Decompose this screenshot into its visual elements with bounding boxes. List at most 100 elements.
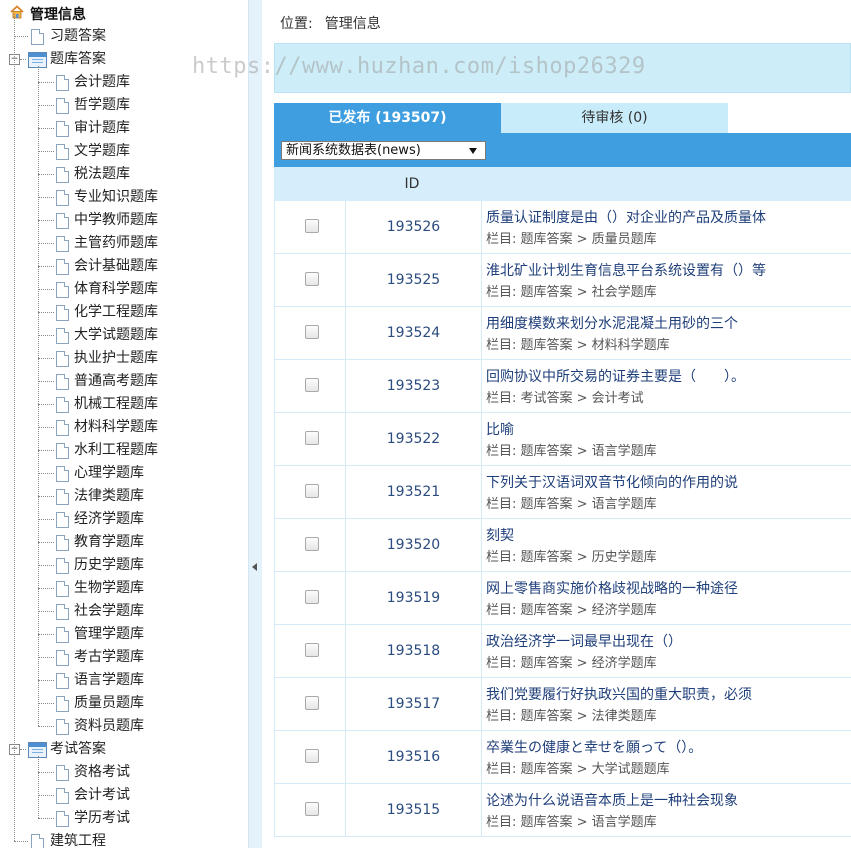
tree-connector: [38, 128, 54, 129]
tree-connector: [38, 450, 54, 451]
tree-connector: [38, 703, 54, 704]
tree-branch-line: [38, 66, 39, 726]
row-checkbox[interactable]: [305, 696, 319, 710]
tree-connector: [20, 749, 26, 750]
column-divider: [481, 201, 482, 254]
row-checkbox[interactable]: [305, 484, 319, 498]
tree-connector: [38, 772, 54, 773]
tree-label: 法律类题库: [74, 488, 144, 504]
row-checkbox[interactable]: [305, 749, 319, 763]
document-icon: [56, 420, 69, 436]
tab-published[interactable]: 已发布 (193507): [274, 103, 501, 133]
row-id: 193522: [386, 431, 441, 447]
tree-connector: [20, 59, 26, 60]
row-checkbox[interactable]: [305, 325, 319, 339]
tree-connector: [38, 588, 54, 589]
tree-item-0[interactable]: 习题答案: [0, 25, 248, 48]
main-content: 位置: 管理信息 已发布 (193507) 待审核 (0) 新闻系统数据表(new…: [274, 0, 851, 848]
tree-connector: [38, 381, 54, 382]
tree-label: 社会学题库: [74, 603, 144, 619]
tree-connector: [38, 220, 54, 221]
tree-connector: [38, 243, 54, 244]
tree-connector: [38, 312, 54, 313]
row-category: 栏目: 题库答案 > 质量员题库: [486, 232, 657, 247]
breadcrumb-label: 位置:: [280, 16, 313, 32]
row-id: 193526: [386, 219, 441, 235]
row-title-link[interactable]: 质量认证制度是由（）对企业的产品及质量体: [486, 207, 766, 227]
tree-label: 历史学题库: [74, 557, 144, 573]
column-divider: [481, 466, 482, 519]
tree-item-35[interactable]: 建筑工程: [0, 830, 248, 848]
watermark: https://www.huzhan.com/ishop26329: [192, 54, 646, 79]
row-checkbox[interactable]: [305, 272, 319, 286]
document-icon: [56, 719, 69, 735]
tree-label: 语言学题库: [74, 672, 144, 688]
row-checkbox[interactable]: [305, 431, 319, 445]
tree-label: 经济学题库: [74, 511, 144, 527]
document-icon: [56, 765, 69, 781]
tab-pending[interactable]: 待审核 (0): [501, 103, 728, 133]
tree-connector: [38, 565, 54, 566]
tree-connector: [38, 496, 54, 497]
breadcrumb-value[interactable]: 管理信息: [325, 16, 381, 32]
table-row: 193524 用细度模数来划分水泥混凝土用砂的三个 栏目: 题库答案 > 材料科学题…: [274, 307, 851, 360]
tree-label: 教育学题库: [74, 534, 144, 550]
tree-connector: [38, 197, 54, 198]
tree-connector: [38, 818, 54, 819]
column-divider: [481, 572, 482, 625]
row-title-link[interactable]: 政治经济学一词最早出现在（）: [486, 631, 682, 651]
document-icon: [56, 144, 69, 160]
row-title-link[interactable]: 比喻: [486, 419, 514, 439]
row-title-link[interactable]: 回购协议中所交易的证券主要是（ ）。: [486, 366, 745, 386]
tree-label: 管理学题库: [74, 626, 144, 642]
tree-connector: [38, 335, 54, 336]
document-icon: [56, 627, 69, 643]
row-checkbox[interactable]: [305, 537, 319, 551]
row-title-link[interactable]: 卒業生の健康と幸せを願って（）。: [486, 737, 702, 757]
table-select[interactable]: 新闻系统数据表(news): [281, 141, 486, 160]
document-icon: [56, 673, 69, 689]
tree-root-label[interactable]: 管理信息: [30, 4, 86, 24]
tree-label: 文学题库: [74, 143, 130, 159]
tree-label: 普通高考题库: [74, 373, 158, 389]
tree-label: 资料员题库: [74, 718, 144, 734]
row-category: 栏目: 题库答案 > 语言学题库: [486, 497, 657, 512]
table-row: 193516 卒業生の健康と幸せを願って（）。栏目: 题库答案 > 大学试题题库: [274, 731, 851, 784]
document-icon: [56, 466, 69, 482]
row-title-link[interactable]: 下列关于汉语词双音节化倾向的作用的说: [486, 472, 738, 492]
tree-connector: [38, 82, 54, 83]
tree-connector: [38, 427, 54, 428]
row-checkbox[interactable]: [305, 378, 319, 392]
row-id: 193518: [386, 643, 441, 659]
table-row: 193517 我们党要履行好执政兴国的重大职责，必须 栏目: 题库答案 > 法律类题…: [274, 678, 851, 731]
row-checkbox[interactable]: [305, 590, 319, 604]
row-title-link[interactable]: 网上零售商实施价格歧视战略的一种途径: [486, 578, 738, 598]
row-checkbox[interactable]: [305, 802, 319, 816]
row-category: 栏目: 题库答案 > 大学试题题库: [486, 762, 670, 777]
tree-label: 资格考试: [74, 764, 130, 780]
row-checkbox[interactable]: [305, 219, 319, 233]
document-icon: [56, 213, 69, 229]
document-icon: [56, 98, 69, 114]
row-title-link[interactable]: 用细度模数来划分水泥混凝土用砂的三个: [486, 313, 738, 333]
collapse-arrow-icon[interactable]: [252, 563, 257, 571]
sidebar-tree: 管理信息 习题答案 − 题库答案 会计题库 哲学题库 审计题库 文学题库 税法题库 专业知识题库…: [0, 0, 248, 848]
spacer: [262, 0, 274, 848]
tree-label: 哲学题库: [74, 97, 130, 113]
tree-label: 质量员题库: [74, 695, 144, 711]
tree-label: 习题答案: [50, 28, 106, 44]
row-id: 193520: [386, 537, 441, 553]
row-id: 193516: [386, 749, 441, 765]
row-title-link[interactable]: 论述为什么说语音本质上是一种社会现象: [486, 790, 738, 810]
row-title-link[interactable]: 淮北矿业计划生育信息平台系统设置有（）等: [486, 260, 766, 280]
row-checkbox[interactable]: [305, 643, 319, 657]
row-category: 栏目: 题库答案 > 经济学题库: [486, 656, 657, 671]
sidebar-splitter[interactable]: [248, 0, 263, 848]
row-title-link[interactable]: 我们党要履行好执政兴国的重大职责，必须: [486, 684, 752, 704]
tree-label: 税法题库: [74, 166, 130, 182]
document-icon: [56, 121, 69, 137]
tree-label: 生物学题库: [74, 580, 144, 596]
row-id: 193523: [386, 378, 441, 394]
row-title-link[interactable]: 刻契: [486, 525, 514, 545]
document-icon: [56, 305, 69, 321]
